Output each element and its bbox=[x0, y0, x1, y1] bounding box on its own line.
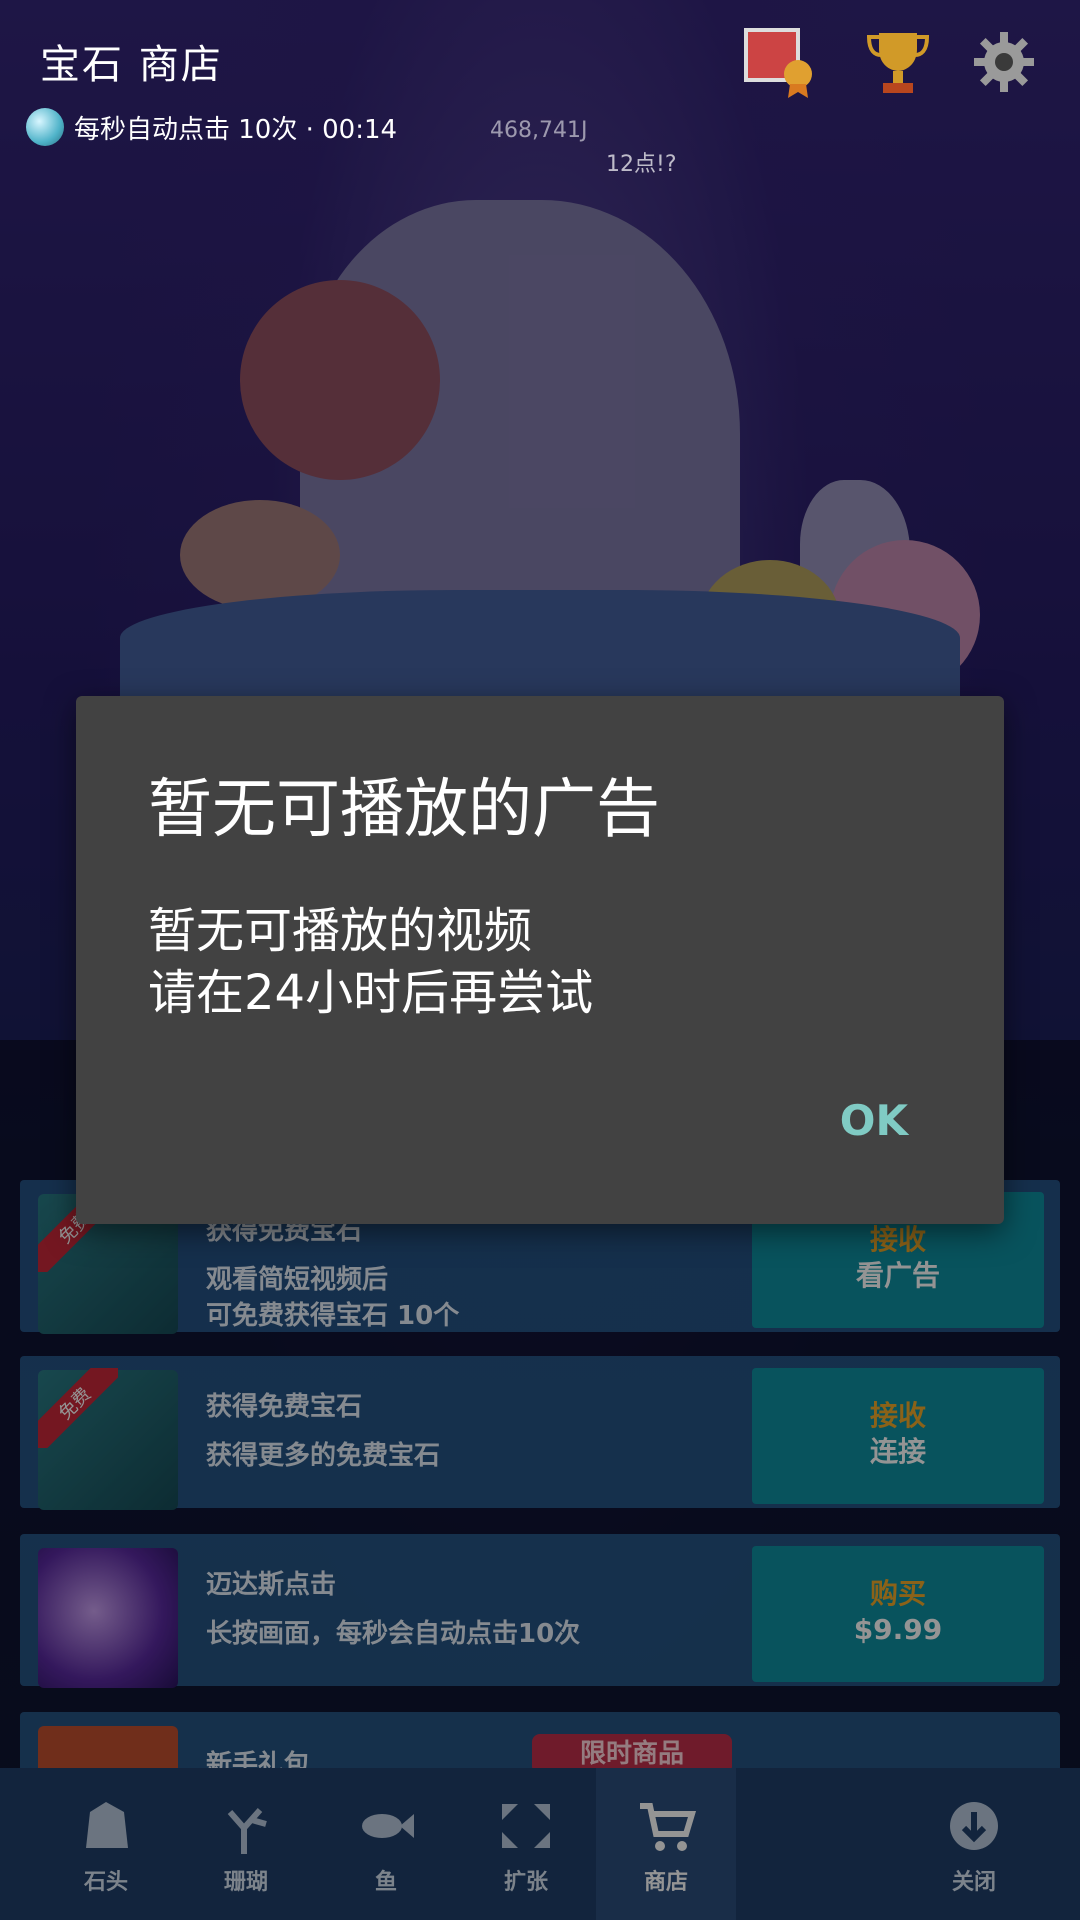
floating-bonus: 12点!? bbox=[606, 152, 677, 177]
page-title: 宝石 商店 bbox=[40, 42, 223, 88]
photo-medal-button[interactable] bbox=[740, 22, 820, 102]
gear-icon bbox=[974, 32, 1034, 92]
alert-dialog: 暂无可播放的广告 暂无可播放的视频 请在24小时后再尝试 OK bbox=[76, 696, 1004, 1224]
settings-button[interactable] bbox=[964, 22, 1044, 102]
photo-medal-icon bbox=[744, 28, 812, 98]
floating-count: 468,741J bbox=[490, 118, 588, 143]
auto-click-text: 每秒自动点击 10次 · 00:14 bbox=[74, 114, 398, 145]
ok-button[interactable]: OK bbox=[840, 1096, 908, 1145]
trophy-button[interactable] bbox=[858, 22, 938, 102]
auto-click-status: 每秒自动点击 10次 · 00:14 bbox=[26, 108, 397, 146]
dialog-message: 暂无可播放的视频 请在24小时后再尝试 bbox=[148, 903, 594, 1021]
auto-click-orb-icon bbox=[26, 108, 64, 146]
trophy-icon bbox=[866, 33, 930, 93]
dialog-title: 暂无可播放的广告 bbox=[148, 773, 660, 847]
